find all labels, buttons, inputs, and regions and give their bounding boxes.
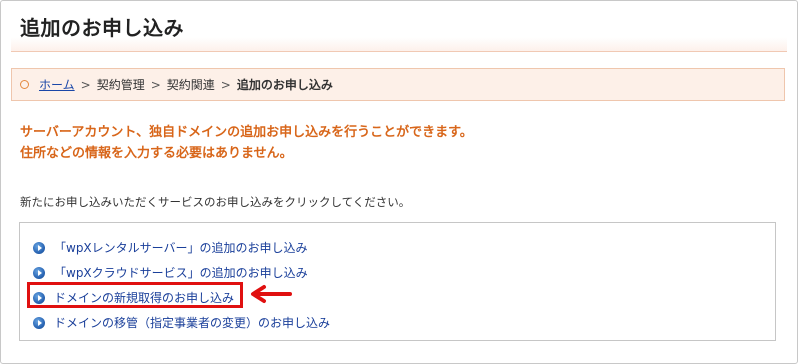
- title-bar: 追加のお申し込み: [11, 5, 787, 52]
- notice-line-2: 住所などの情報を入力する必要はありません。: [20, 146, 293, 161]
- service-item-wpx-rental[interactable]: 「wpXレンタルサーバー」の追加のお申し込み: [33, 235, 330, 260]
- service-link-wpx-rental[interactable]: 「wpXレンタルサーバー」の追加のお申し込み: [54, 239, 308, 256]
- breadcrumb-item-contract-management: 契約管理: [96, 78, 145, 92]
- window-frame: 追加のお申し込み ホーム > 契約管理 > 契約関連 > 追加のお申し込み サー…: [0, 0, 798, 364]
- circle-bullet-icon: [20, 80, 29, 89]
- notice-line-1: サーバーアカウント、独自ドメインの追加お申し込みを行うことができます。: [20, 125, 473, 140]
- instruction-text: 新たにお申し込みいただくサービスのお申し込みをクリックしてください。: [20, 195, 411, 209]
- highlight-box: [27, 282, 243, 308]
- breadcrumb-item-contract-related: 契約関連: [166, 78, 215, 92]
- service-link-domain-transfer[interactable]: ドメインの移管（指定事業者の変更）のお申し込み: [54, 314, 330, 331]
- breadcrumb-separator: >: [220, 77, 231, 92]
- service-item-domain-transfer[interactable]: ドメインの移管（指定事業者の変更）のお申し込み: [33, 310, 330, 335]
- breadcrumb-separator: >: [150, 77, 161, 92]
- play-circle-icon: [33, 316, 45, 329]
- play-circle-icon: [33, 241, 45, 254]
- breadcrumb-separator: >: [80, 77, 91, 92]
- breadcrumb: ホーム > 契約管理 > 契約関連 > 追加のお申し込み: [11, 68, 785, 101]
- notice-text: サーバーアカウント、独自ドメインの追加お申し込みを行うことができます。 住所など…: [20, 122, 473, 164]
- breadcrumb-home-link[interactable]: ホーム: [39, 76, 75, 93]
- arrow-left-icon: [251, 285, 292, 303]
- play-circle-icon: [33, 266, 45, 279]
- page-title: 追加のお申し込み: [20, 16, 184, 40]
- service-link-wpx-cloud[interactable]: 「wpXクラウドサービス」の追加のお申し込み: [54, 264, 308, 281]
- breadcrumb-current: 追加のお申し込み: [236, 78, 333, 92]
